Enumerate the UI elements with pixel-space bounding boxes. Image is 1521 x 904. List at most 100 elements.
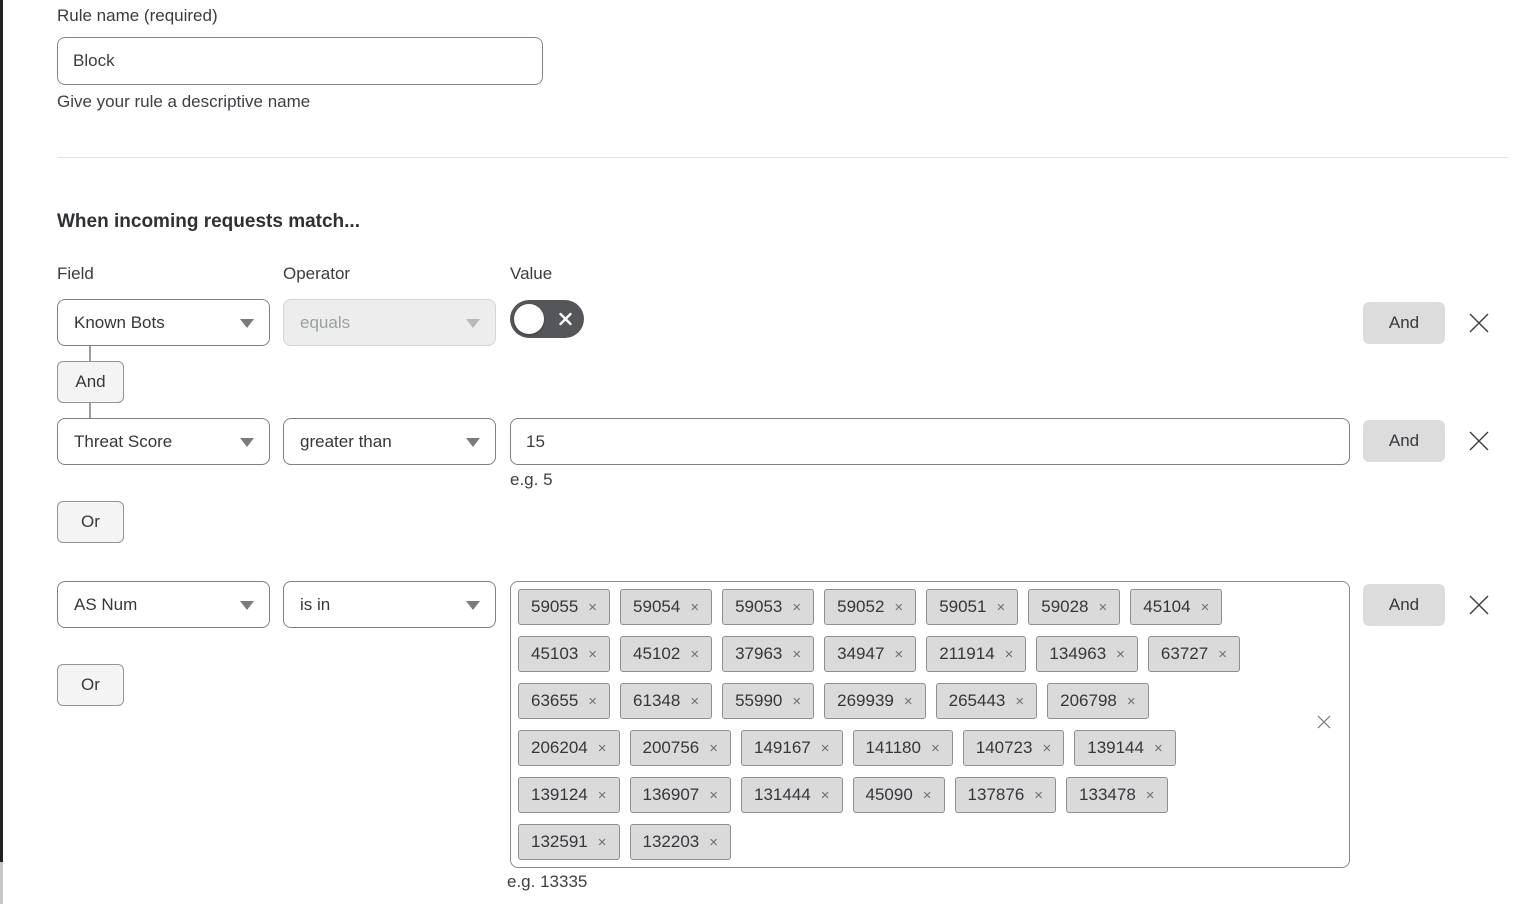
tag-remove-icon[interactable]: × bbox=[1116, 646, 1125, 663]
tag-remove-icon[interactable]: × bbox=[1201, 599, 1210, 616]
delete-row1-icon[interactable] bbox=[1466, 310, 1492, 336]
clear-all-tags-icon[interactable] bbox=[1315, 713, 1333, 731]
known-bots-toggle[interactable] bbox=[510, 300, 584, 338]
operator-select-row3[interactable]: is in bbox=[283, 581, 496, 628]
operator-select-row2[interactable]: greater than bbox=[283, 418, 496, 465]
tag-remove-icon[interactable]: × bbox=[588, 646, 597, 663]
tag-remove-icon[interactable]: × bbox=[598, 740, 607, 757]
as-num-tag[interactable]: 59051× bbox=[926, 589, 1018, 625]
tag-remove-icon[interactable]: × bbox=[904, 693, 913, 710]
tag-remove-icon[interactable]: × bbox=[1146, 787, 1155, 804]
as-num-tag[interactable]: 265443× bbox=[936, 683, 1038, 719]
as-num-tag[interactable]: 59054 × bbox=[620, 589, 712, 625]
as-num-tag[interactable]: 136907× bbox=[630, 777, 732, 813]
tag-remove-icon[interactable]: × bbox=[588, 599, 597, 616]
as-num-tag[interactable]: 59028× bbox=[1028, 589, 1120, 625]
tag-remove-icon[interactable]: × bbox=[690, 646, 699, 663]
tag-remove-icon[interactable]: × bbox=[598, 834, 607, 851]
field-select-row3[interactable]: AS Num bbox=[57, 581, 270, 628]
tag-remove-icon[interactable]: × bbox=[1154, 740, 1163, 757]
tag-remove-icon[interactable]: × bbox=[792, 646, 801, 663]
value-input-row2[interactable] bbox=[510, 418, 1350, 465]
operator-select-row3-value: is in bbox=[300, 595, 330, 615]
tag-label: 61348 bbox=[633, 691, 680, 711]
tag-remove-icon[interactable]: × bbox=[690, 693, 699, 710]
as-num-tag[interactable]: 37963× bbox=[722, 636, 814, 672]
tag-remove-icon[interactable]: × bbox=[894, 646, 903, 663]
field-select-row2[interactable]: Threat Score bbox=[57, 418, 270, 465]
tag-remove-icon[interactable]: × bbox=[1042, 740, 1051, 757]
tag-remove-icon[interactable]: × bbox=[1005, 646, 1014, 663]
and-connector-button[interactable]: And bbox=[57, 361, 124, 403]
column-label-value: Value bbox=[510, 264, 552, 284]
as-num-tag[interactable]: 59053× bbox=[722, 589, 814, 625]
tag-remove-icon[interactable]: × bbox=[1015, 693, 1024, 710]
tag-remove-icon[interactable]: × bbox=[1099, 599, 1108, 616]
tag-label: 63727 bbox=[1161, 644, 1208, 664]
tag-label: 59054 bbox=[633, 597, 680, 617]
tag-remove-icon[interactable]: × bbox=[821, 787, 830, 804]
tag-list: 59055× 59054 × 59053× 59052× 59051× 59028× 4510… bbox=[518, 589, 1268, 871]
tag-remove-icon[interactable]: × bbox=[894, 599, 903, 616]
as-num-tag[interactable]: 132591× bbox=[518, 824, 620, 860]
as-num-tag[interactable]: 140723× bbox=[963, 730, 1065, 766]
delete-row3-icon[interactable] bbox=[1466, 592, 1492, 618]
as-num-tag[interactable]: 45090× bbox=[853, 777, 945, 813]
as-num-tag[interactable]: 206204× bbox=[518, 730, 620, 766]
tag-remove-icon[interactable]: × bbox=[931, 740, 940, 757]
as-num-tag[interactable]: 59055× bbox=[518, 589, 610, 625]
tag-remove-icon[interactable]: × bbox=[588, 693, 597, 710]
as-num-tag[interactable]: 34947× bbox=[824, 636, 916, 672]
tag-remove-icon[interactable]: × bbox=[792, 599, 801, 616]
or-connector-button-1[interactable]: Or bbox=[57, 501, 124, 543]
field-select-row1[interactable]: Known Bots bbox=[57, 299, 270, 346]
as-num-tag[interactable]: 141180 × bbox=[853, 730, 953, 766]
tag-remove-icon[interactable]: × bbox=[792, 693, 801, 710]
as-num-tag[interactable]: 131444× bbox=[741, 777, 843, 813]
as-num-tag[interactable]: 55990× bbox=[722, 683, 814, 719]
as-num-tag[interactable]: 269939× bbox=[824, 683, 926, 719]
as-num-tag[interactable]: 206798× bbox=[1047, 683, 1149, 719]
operator-select-row1: equals bbox=[283, 299, 496, 346]
or-connector-button-2[interactable]: Or bbox=[57, 664, 124, 706]
as-num-tag[interactable]: 63727 × bbox=[1148, 636, 1240, 672]
rule-name-input[interactable] bbox=[57, 37, 543, 85]
tag-remove-icon[interactable]: × bbox=[709, 787, 718, 804]
as-num-tag[interactable]: 45104 × bbox=[1130, 589, 1222, 625]
panel-left-border-bottom bbox=[0, 862, 3, 904]
tag-remove-icon[interactable]: × bbox=[1127, 693, 1136, 710]
tag-label: 211914 bbox=[939, 644, 994, 664]
tag-remove-icon[interactable]: × bbox=[821, 740, 830, 757]
chevron-down-icon bbox=[240, 601, 254, 610]
tag-remove-icon[interactable]: × bbox=[709, 740, 718, 757]
as-num-tag[interactable]: 139144× bbox=[1074, 730, 1176, 766]
and-button-row3[interactable]: And bbox=[1363, 584, 1445, 626]
as-num-tag[interactable]: 149167× bbox=[741, 730, 843, 766]
as-num-tag[interactable]: 134963× bbox=[1036, 636, 1138, 672]
as-num-tag[interactable]: 61348 × bbox=[620, 683, 712, 719]
delete-row2-icon[interactable] bbox=[1466, 428, 1492, 454]
as-num-tag[interactable]: 200756× bbox=[630, 730, 732, 766]
as-num-multivalue-input[interactable]: 59055× 59054 × 59053× 59052× 59051× 59028× 4510… bbox=[510, 581, 1350, 868]
tag-remove-icon[interactable]: × bbox=[598, 787, 607, 804]
as-num-tag[interactable]: 45102× bbox=[620, 636, 712, 672]
as-num-tag[interactable]: 132203× bbox=[630, 824, 732, 860]
as-num-tag[interactable]: 211914 × bbox=[926, 636, 1026, 672]
tag-remove-icon[interactable]: × bbox=[1034, 787, 1043, 804]
rule-editor-panel: Rule name (required) Give your rule a de… bbox=[0, 0, 1521, 904]
tag-remove-icon[interactable]: × bbox=[690, 599, 699, 616]
as-num-tag[interactable]: 133478× bbox=[1066, 777, 1168, 813]
as-num-tag[interactable]: 139124× bbox=[518, 777, 620, 813]
and-button-row1[interactable]: And bbox=[1363, 302, 1445, 344]
tag-remove-icon[interactable]: × bbox=[709, 834, 718, 851]
as-num-tag[interactable]: 137876× bbox=[955, 777, 1057, 813]
and-button-row2[interactable]: And bbox=[1363, 420, 1445, 462]
as-num-tag[interactable]: 45103× bbox=[518, 636, 610, 672]
tag-remove-icon[interactable]: × bbox=[996, 599, 1005, 616]
tag-label: 45104 bbox=[1143, 597, 1190, 617]
tag-label: 141180 bbox=[866, 738, 921, 758]
tag-remove-icon[interactable]: × bbox=[923, 787, 932, 804]
as-num-tag[interactable]: 63655× bbox=[518, 683, 610, 719]
tag-remove-icon[interactable]: × bbox=[1218, 646, 1227, 663]
as-num-tag[interactable]: 59052× bbox=[824, 589, 916, 625]
